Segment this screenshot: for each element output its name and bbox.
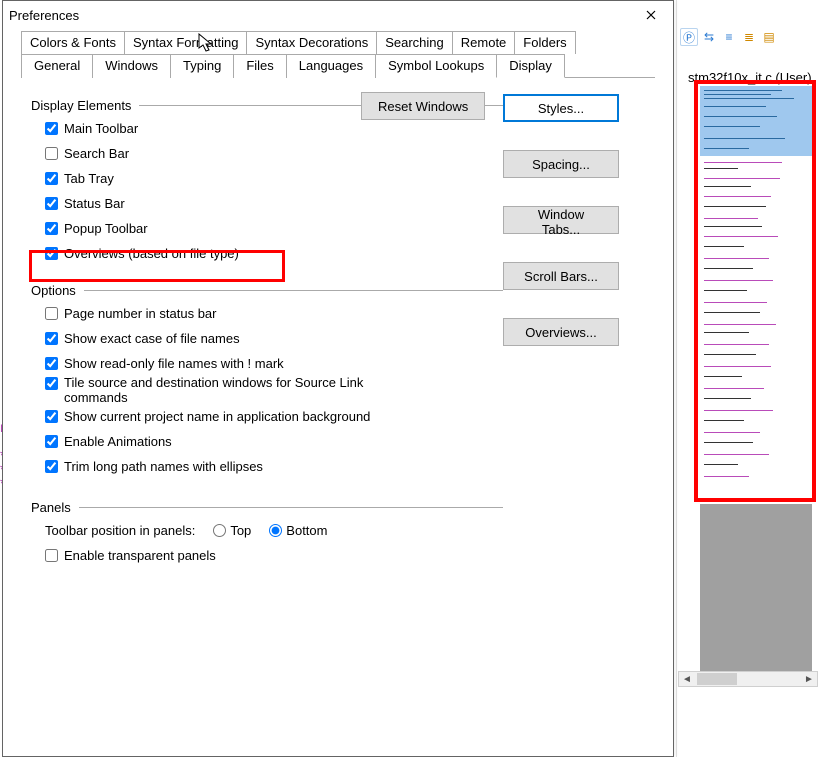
dialog-title: Preferences bbox=[9, 8, 79, 23]
tabs-container: Colors & Fonts Syntax Formatting Syntax … bbox=[3, 29, 673, 78]
tab-typing[interactable]: Typing bbox=[170, 54, 234, 78]
right-button-column: Styles... Spacing... Window Tabs... Scro… bbox=[503, 92, 653, 573]
toolbar-position-label: Toolbar position in panels: bbox=[45, 523, 195, 538]
close-icon bbox=[646, 10, 656, 20]
styles-button[interactable]: Styles... bbox=[503, 94, 619, 122]
checkbox-project-name-bg[interactable]: Show current project name in application… bbox=[45, 409, 503, 424]
checkbox-transparent-panels[interactable]: Enable transparent panels bbox=[45, 548, 503, 563]
checkbox-readonly-mark[interactable]: Show read-only file names with ! mark bbox=[45, 356, 503, 371]
minimap-document bbox=[700, 86, 812, 504]
tab-display[interactable]: Display bbox=[496, 54, 565, 78]
checkbox-search-bar[interactable]: Search Bar bbox=[45, 146, 503, 161]
tab-files[interactable]: Files bbox=[233, 54, 286, 78]
horizontal-scrollbar[interactable]: ◄ ► bbox=[678, 671, 818, 687]
checkbox-popup-toolbar[interactable]: Popup Toolbar bbox=[45, 221, 503, 236]
checkbox-overviews[interactable]: Overviews (based on file type) bbox=[45, 246, 503, 261]
tab-searching[interactable]: Searching bbox=[376, 31, 453, 54]
checkbox-exact-case[interactable]: Show exact case of file names bbox=[45, 331, 503, 346]
minimap-viewport-highlight bbox=[700, 86, 812, 156]
radio-top[interactable]: Top bbox=[213, 523, 251, 538]
toggle-icon[interactable]: ▤ bbox=[760, 28, 778, 46]
p-circle-icon[interactable]: Ⓟ bbox=[680, 28, 698, 46]
checkbox-main-toolbar[interactable]: Main Toolbar bbox=[45, 121, 503, 136]
overviews-button[interactable]: Overviews... bbox=[503, 318, 619, 346]
tab-row-2: General Windows Typing Files Languages S… bbox=[21, 54, 655, 78]
title-bar: Preferences bbox=[3, 1, 673, 29]
checkbox-status-bar[interactable]: Status Bar bbox=[45, 196, 503, 211]
tab-symbol-lookups[interactable]: Symbol Lookups bbox=[375, 54, 497, 78]
overview-minimap[interactable] bbox=[700, 86, 812, 680]
tab-row-1: Colors & Fonts Syntax Formatting Syntax … bbox=[21, 31, 655, 54]
tab-syntax-formatting[interactable]: Syntax Formatting bbox=[124, 31, 248, 54]
checkbox-trim-paths[interactable]: Trim long path names with ellipses bbox=[45, 459, 503, 474]
checkbox-page-number[interactable]: Page number in status bar bbox=[45, 306, 503, 321]
tab-remote[interactable]: Remote bbox=[452, 31, 516, 54]
indent-right-icon[interactable]: ≣ bbox=[740, 28, 758, 46]
checkbox-tab-tray[interactable]: Tab Tray bbox=[45, 171, 503, 186]
window-tabs-button[interactable]: Window Tabs... bbox=[503, 206, 619, 234]
preferences-dialog: Preferences Colors & Fonts Syntax Format… bbox=[2, 0, 674, 757]
scroll-bars-button[interactable]: Scroll Bars... bbox=[503, 262, 619, 290]
spacing-button[interactable]: Spacing... bbox=[503, 150, 619, 178]
tab-general[interactable]: General bbox=[21, 54, 93, 78]
scroll-right-icon[interactable]: ► bbox=[801, 674, 817, 685]
radio-bottom[interactable]: Bottom bbox=[269, 523, 327, 538]
reset-windows-button[interactable]: Reset Windows bbox=[361, 92, 485, 120]
toolbar-position-row: Toolbar position in panels: Top Bottom bbox=[45, 523, 503, 538]
tab-folders[interactable]: Folders bbox=[514, 31, 575, 54]
display-panel: Reset Windows Display Elements Main Tool… bbox=[3, 78, 673, 756]
tab-colors-fonts[interactable]: Colors & Fonts bbox=[21, 31, 125, 54]
align-icon[interactable]: ⇆ bbox=[700, 28, 718, 46]
tab-windows[interactable]: Windows bbox=[92, 54, 171, 78]
options-header: Options bbox=[31, 283, 503, 298]
indent-left-icon[interactable]: ≡ bbox=[720, 28, 738, 46]
panels-header: Panels bbox=[31, 500, 503, 515]
checkbox-enable-animations[interactable]: Enable Animations bbox=[45, 434, 503, 449]
scroll-thumb[interactable] bbox=[697, 673, 737, 685]
toolbar-icon-strip: Ⓟ ⇆ ≡ ≣ ▤ bbox=[680, 28, 778, 46]
editor-tab-label[interactable]: stm32f10x_it.c (User) bbox=[688, 70, 812, 85]
tab-syntax-decorations[interactable]: Syntax Decorations bbox=[246, 31, 377, 54]
scroll-left-icon[interactable]: ◄ bbox=[679, 674, 695, 685]
close-button[interactable] bbox=[633, 3, 669, 27]
tab-languages[interactable]: Languages bbox=[286, 54, 376, 78]
checkbox-tile-windows[interactable]: Tile source and destination windows for … bbox=[45, 375, 503, 405]
